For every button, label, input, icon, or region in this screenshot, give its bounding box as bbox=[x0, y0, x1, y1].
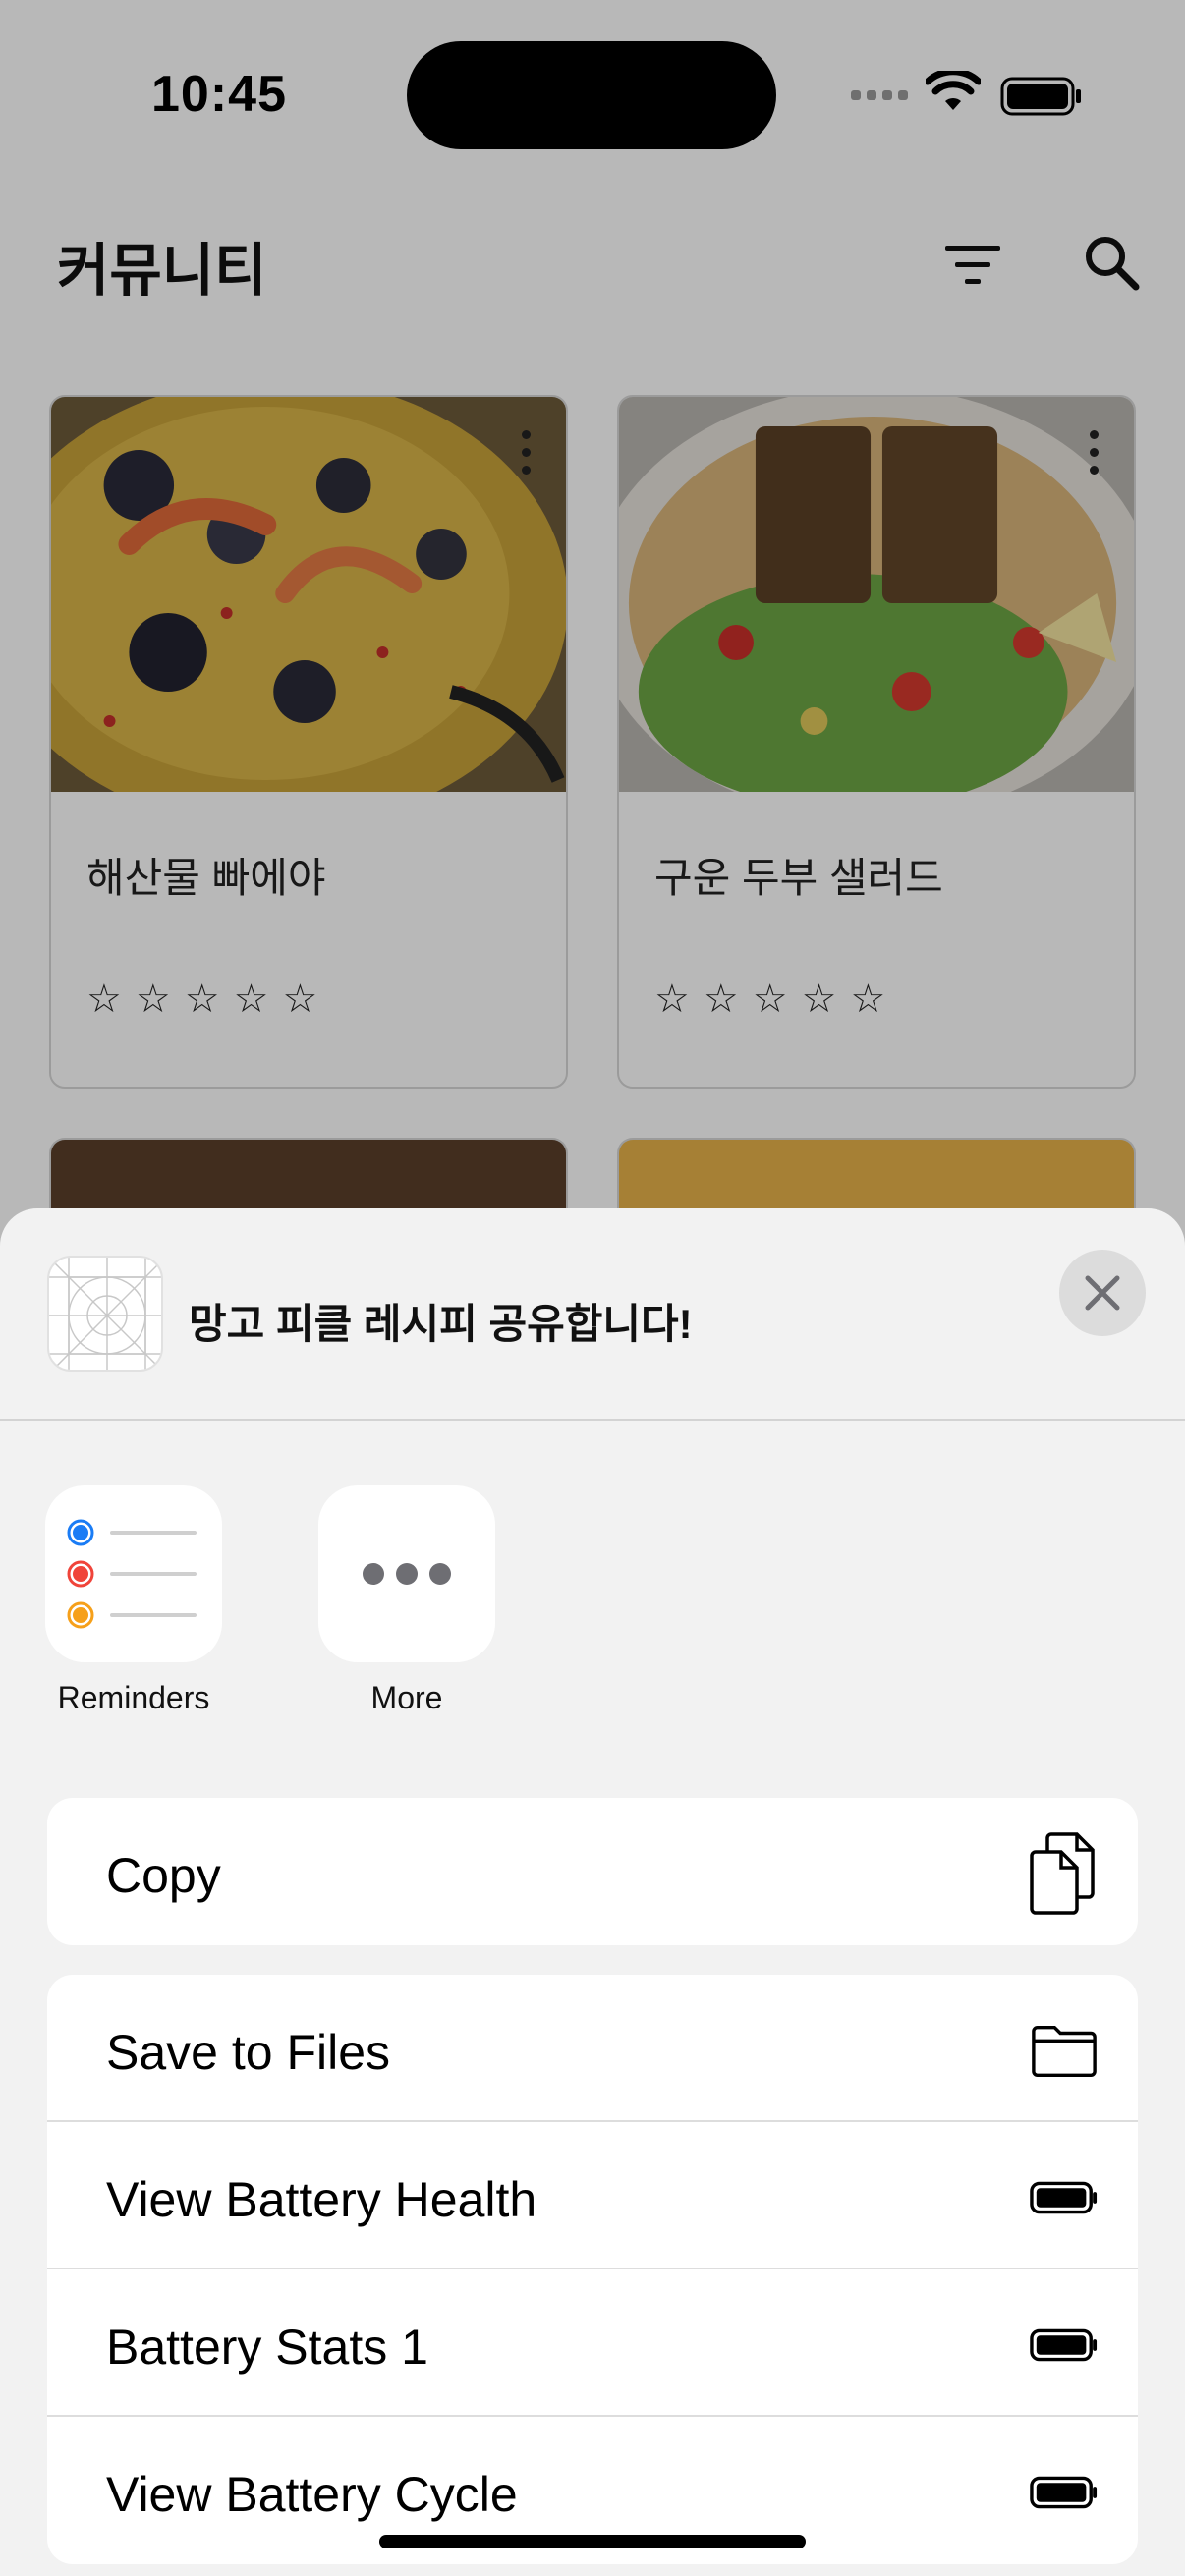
copy-action[interactable]: Copy bbox=[47, 1798, 1138, 1945]
battery-stats-label: Battery Stats 1 bbox=[106, 2320, 428, 2375]
view-battery-cycle-label: View Battery Cycle bbox=[106, 2467, 518, 2522]
app-icon-placeholder bbox=[47, 1256, 163, 1372]
share-title: 망고 피클 레시피 공유합니다! bbox=[189, 1301, 693, 1347]
more-icon bbox=[363, 1563, 451, 1585]
battery-stats-action[interactable]: Battery Stats 1 bbox=[47, 2269, 1138, 2417]
battery-icon bbox=[1030, 2163, 1099, 2232]
reminders-icon bbox=[67, 1519, 197, 1629]
share-sheet: 망고 피클 레시피 공유합니다! Reminders More Copy Sav… bbox=[0, 1208, 1185, 2576]
save-to-files-label: Save to Files bbox=[106, 2025, 391, 2080]
copy-label: Copy bbox=[106, 1848, 221, 1903]
copy-icon bbox=[1030, 1832, 1099, 1915]
view-battery-health-action[interactable]: View Battery Health bbox=[47, 2122, 1138, 2269]
home-indicator[interactable] bbox=[379, 2535, 806, 2548]
view-battery-health-label: View Battery Health bbox=[106, 2172, 537, 2227]
copy-group: Copy bbox=[47, 1798, 1138, 1945]
reminders-label: Reminders bbox=[57, 1680, 210, 1715]
reminders-app-button[interactable] bbox=[45, 1485, 222, 1662]
folder-icon bbox=[1030, 2016, 1099, 2085]
actions-group: Save to Files View Battery Health Batter… bbox=[47, 1975, 1138, 2564]
close-button[interactable] bbox=[1059, 1250, 1146, 1336]
battery-icon bbox=[1030, 2311, 1099, 2380]
more-label: More bbox=[370, 1680, 443, 1715]
battery-icon bbox=[1030, 2458, 1099, 2527]
save-to-files-action[interactable]: Save to Files bbox=[47, 1975, 1138, 2122]
close-icon bbox=[1085, 1275, 1120, 1311]
share-sheet-header: 망고 피클 레시피 공유합니다! bbox=[0, 1208, 1185, 1421]
more-apps-button[interactable] bbox=[318, 1485, 495, 1662]
